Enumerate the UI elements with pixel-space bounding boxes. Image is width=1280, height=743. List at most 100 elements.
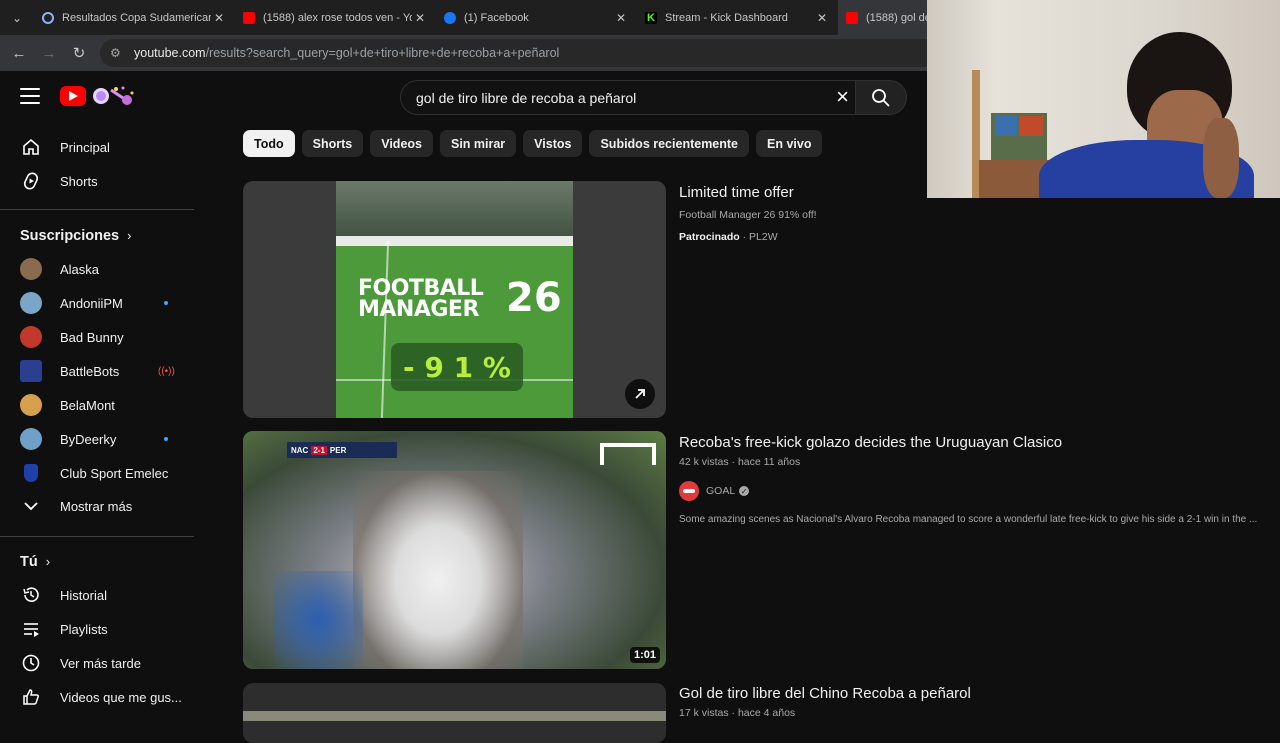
video-title[interactable]: Recoba's free-kick golazo decides the Ur… xyxy=(679,434,1062,451)
show-more-button[interactable]: Mostrar más xyxy=(0,489,194,523)
chevron-right-icon: › xyxy=(127,228,132,243)
channel-name[interactable]: GOAL xyxy=(706,485,735,497)
goal-frame-graphic xyxy=(600,443,656,465)
sidebar-item-subscription[interactable]: ByDeerky xyxy=(0,422,194,456)
tab-title: Stream - Kick Dashboard xyxy=(665,11,788,24)
channel-name: Bad Bunny xyxy=(60,329,124,345)
pitch-line xyxy=(380,241,390,418)
avatar xyxy=(20,326,42,348)
sidebar: Principal Shorts Suscripciones › Alaska A… xyxy=(0,123,194,720)
stadium-stands xyxy=(336,181,573,241)
video-metadata: 42 k vistas · hace 11 años xyxy=(679,456,801,468)
sidebar-item-subscription[interactable]: BelaMont xyxy=(0,388,194,422)
sidebar-item-home[interactable]: Principal xyxy=(0,130,194,164)
player-blue-shirt xyxy=(273,571,363,669)
thumbs-up-icon xyxy=(20,686,42,708)
reload-icon[interactable]: ↻ xyxy=(64,44,94,62)
channel-name: AndoniiPM xyxy=(60,295,123,311)
forward-icon[interactable]: → xyxy=(34,45,64,62)
site-settings-icon[interactable]: ⚙ xyxy=(110,46,128,60)
filter-chips: Todo Shorts Videos Sin mirar Vistos Subi… xyxy=(243,130,829,157)
video-title[interactable]: Gol de tiro libre del Chino Recoba a peñ… xyxy=(679,685,971,702)
channel-name: BattleBots xyxy=(60,363,120,379)
browser-tab[interactable]: K Stream - Kick Dashboard ✕ xyxy=(637,0,838,35)
sidebar-item-history[interactable]: Historial xyxy=(0,578,194,612)
ad-boards xyxy=(336,236,573,246)
youtube-icon xyxy=(243,11,255,24)
sidebar-item-subscription[interactable]: Alaska xyxy=(0,252,194,286)
channel-name: ByDeerky xyxy=(60,431,117,447)
chip-unwatched[interactable]: Sin mirar xyxy=(439,130,517,157)
sidebar-item-shorts[interactable]: Shorts xyxy=(0,164,194,198)
avatar xyxy=(20,428,42,450)
close-icon[interactable]: ✕ xyxy=(814,11,830,25)
google-icon xyxy=(42,11,54,24)
ad-title[interactable]: Limited time offer xyxy=(679,184,794,201)
sidebar-item-subscription[interactable]: AndoniiPM xyxy=(0,286,194,320)
chevron-right-icon: › xyxy=(45,554,51,569)
sidebar-item-subscription[interactable]: BattleBots ((•)) xyxy=(0,354,194,388)
channel-avatar[interactable] xyxy=(679,481,699,501)
chip-all[interactable]: Todo xyxy=(243,130,295,157)
subscriptions-heading[interactable]: Suscripciones › xyxy=(20,228,131,244)
video-metadata: 17 k vistas · hace 4 años xyxy=(679,707,796,719)
browser-tab[interactable]: Resultados Copa Sudamericana ✕ xyxy=(34,0,235,35)
sidebar-divider xyxy=(0,209,194,210)
sidebar-item-label: Playlists xyxy=(60,621,108,637)
tab-search-button[interactable]: ⌄ xyxy=(0,0,34,35)
shelf-box xyxy=(1019,116,1043,136)
chip-videos[interactable]: Videos xyxy=(370,130,433,157)
search-button[interactable] xyxy=(855,80,907,115)
sidebar-item-playlists[interactable]: Playlists xyxy=(0,612,194,646)
avatar xyxy=(20,292,42,314)
you-title: Tú xyxy=(20,554,38,570)
chip-shorts[interactable]: Shorts xyxy=(301,130,364,157)
search-query: gol de tiro libre de recoba a peñarol xyxy=(416,89,637,106)
avatar xyxy=(20,360,42,382)
open-link-icon[interactable] xyxy=(625,379,655,409)
sidebar-item-subscription[interactable]: Bad Bunny xyxy=(0,320,194,354)
search-input[interactable]: gol de tiro libre de recoba a peñarol × xyxy=(400,80,855,115)
close-icon[interactable]: ✕ xyxy=(211,11,227,25)
video-thumbnail[interactable] xyxy=(243,683,666,743)
chip-recently-uploaded[interactable]: Subidos recientemente xyxy=(589,130,750,157)
youtube-header: gol de tiro libre de recoba a peñarol × xyxy=(0,71,927,123)
youtube-icon xyxy=(846,11,858,24)
address-bar[interactable]: ⚙ youtube.com/results?search_query=gol+d… xyxy=(100,39,1000,67)
live-icon: ((•)) xyxy=(158,365,175,377)
ad-title-line2: MANAGER xyxy=(358,297,479,322)
sidebar-item-subscription[interactable]: Club Sport Emelec xyxy=(0,456,194,490)
chip-live[interactable]: En vivo xyxy=(756,130,823,157)
doodle-logo[interactable] xyxy=(89,84,135,108)
avatar xyxy=(20,394,42,416)
clear-search-icon[interactable]: × xyxy=(836,86,849,108)
channel-row[interactable]: GOAL ✓ xyxy=(679,481,750,501)
ad-title-line1: FOOTBALL xyxy=(358,276,484,301)
facebook-icon xyxy=(444,11,456,24)
sponsor-name[interactable]: PL2W xyxy=(749,231,778,243)
tab-title: Resultados Copa Sudamericana xyxy=(62,11,211,24)
youtube-logo[interactable] xyxy=(60,86,86,106)
tab-title: (1) Facebook xyxy=(464,11,529,24)
video-description: Some amazing scenes as Nacional's Alvaro… xyxy=(679,514,1258,525)
chevron-down-icon xyxy=(20,495,42,517)
verified-icon: ✓ xyxy=(739,486,750,496)
sidebar-item-watch-later[interactable]: Ver más tarde xyxy=(0,646,194,680)
menu-icon[interactable] xyxy=(20,88,40,104)
sidebar-item-liked-videos[interactable]: Videos que me gus... xyxy=(0,680,194,714)
you-heading[interactable]: Tú › xyxy=(20,554,50,570)
browser-tab[interactable]: (1) Facebook ✕ xyxy=(436,0,637,35)
clock-icon xyxy=(20,652,42,674)
show-more-label: Mostrar más xyxy=(60,498,133,514)
score-home-team: NAC xyxy=(291,445,309,455)
chip-watched[interactable]: Vistos xyxy=(523,130,583,157)
ad-thumbnail[interactable]: FOOTBALL MANAGER 26 - 9 1 % xyxy=(243,181,666,418)
close-icon[interactable]: ✕ xyxy=(412,11,428,25)
search-icon xyxy=(872,88,890,107)
url-domain: youtube.com xyxy=(134,46,206,60)
home-icon xyxy=(20,136,42,158)
back-icon[interactable]: ← xyxy=(4,45,34,62)
close-icon[interactable]: ✕ xyxy=(613,11,629,25)
browser-tab[interactable]: (1588) alex rose todos ven - YouTube ✕ xyxy=(235,0,436,35)
video-thumbnail[interactable]: NAC 2-1 PER 1:01 xyxy=(243,431,666,669)
